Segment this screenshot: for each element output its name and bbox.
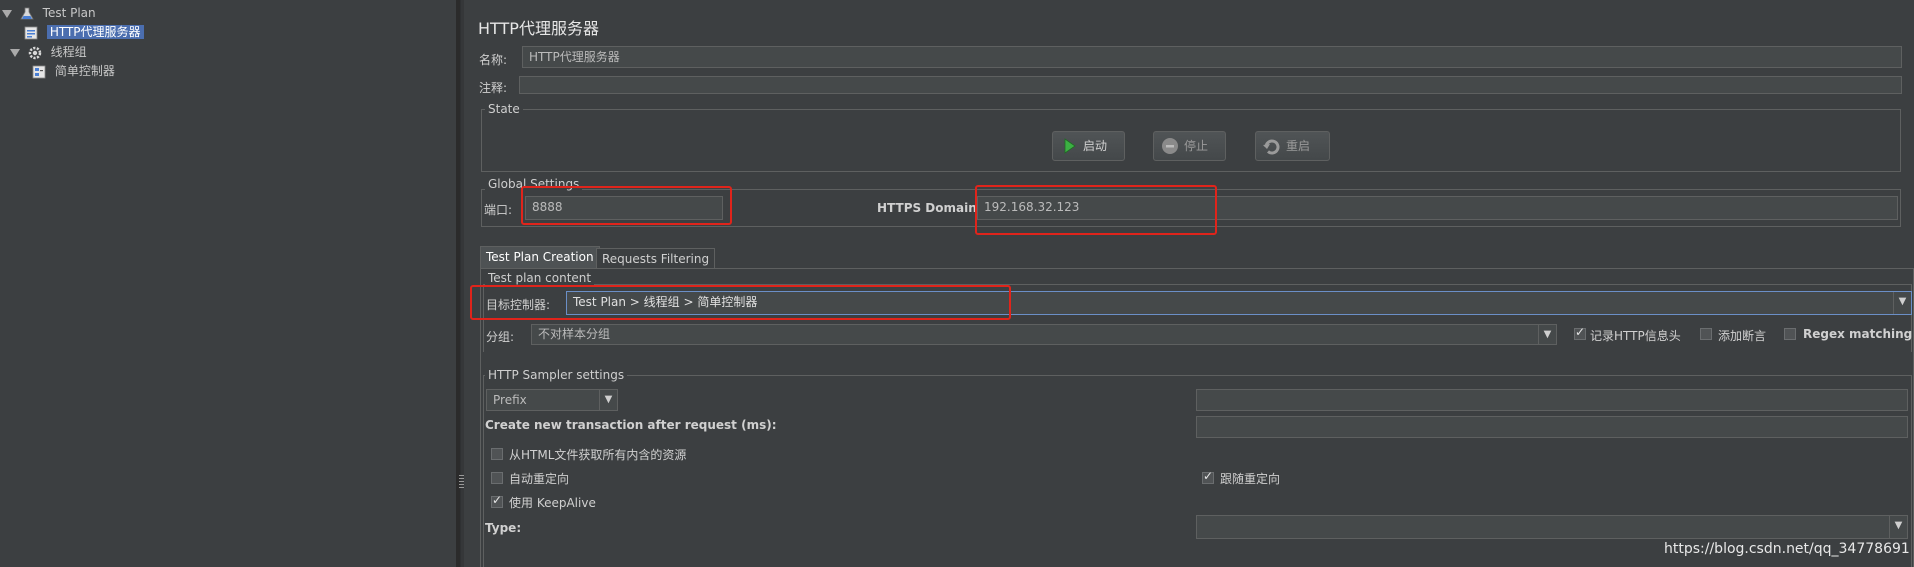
- watermark-text: https://blog.csdn.net/qq_34778691: [1664, 541, 1910, 557]
- chevron-down-icon[interactable]: ▼: [599, 390, 617, 410]
- add-assertions-label: 添加断言: [1718, 329, 1767, 343]
- proxy-icon: [24, 26, 38, 40]
- tree-item-test-plan[interactable]: Test Plan: [2, 4, 96, 22]
- grouping-value: 不对样本分组: [538, 327, 611, 341]
- expand-triangle-icon[interactable]: [2, 9, 12, 18]
- tab-requests-filtering[interactable]: Requests Filtering: [596, 248, 716, 268]
- play-icon: [1059, 136, 1079, 156]
- fetch-resources-checkbox[interactable]: [491, 448, 503, 460]
- comment-field[interactable]: [519, 76, 1902, 94]
- prefix-value: Prefix: [493, 393, 527, 407]
- test-plan-content-legend: Test plan content: [485, 271, 595, 285]
- flask-icon: [20, 7, 34, 21]
- tree-item-label: 简单控制器: [54, 64, 115, 78]
- page-title: HTTP代理服务器: [478, 19, 599, 38]
- proxy-server-panel: HTTP代理服务器 名称: HTTP代理服务器 注释: State 启动 停止 …: [464, 0, 1914, 567]
- transaction-label: Create new transaction after request (ms…: [485, 418, 777, 432]
- prefix-text-field[interactable]: [1196, 389, 1908, 411]
- controller-icon: [32, 65, 46, 79]
- restart-button[interactable]: 重启: [1255, 131, 1330, 161]
- port-label: 端口:: [484, 203, 513, 217]
- type-select[interactable]: ▼: [1196, 515, 1908, 539]
- test-plan-tree: Test Plan HTTP代理服务器 线程组 简单控制器: [0, 0, 456, 567]
- restart-label: 重启: [1286, 139, 1311, 153]
- tree-item-label: 线程组: [50, 45, 87, 59]
- stop-button[interactable]: 停止: [1153, 131, 1226, 161]
- start-button[interactable]: 启动: [1052, 131, 1125, 161]
- highlight-box-target: [470, 285, 1011, 320]
- prefix-select[interactable]: Prefix ▼: [486, 389, 618, 411]
- tree-item-simple-controller[interactable]: 简单控制器: [32, 62, 115, 80]
- highlight-box-https: [975, 185, 1217, 235]
- stop-icon: [1160, 136, 1180, 156]
- auto-redirect-checkbox[interactable]: [491, 472, 503, 484]
- auto-redirect-label: 自动重定向: [509, 472, 570, 486]
- http-sampler-settings-legend: HTTP Sampler settings: [485, 368, 628, 382]
- expand-triangle-icon[interactable]: [10, 48, 20, 57]
- type-label: Type:: [485, 521, 522, 535]
- transaction-field[interactable]: [1196, 416, 1908, 438]
- state-legend: State: [485, 102, 523, 116]
- keepalive-checkbox[interactable]: [491, 493, 503, 508]
- chevron-down-icon[interactable]: ▼: [1889, 516, 1907, 538]
- name-label: 名称:: [479, 53, 508, 67]
- keepalive-label: 使用 KeepAlive: [509, 496, 596, 510]
- name-field[interactable]: HTTP代理服务器: [522, 46, 1902, 68]
- highlight-box-port: [521, 186, 732, 225]
- grouping-select[interactable]: 不对样本分组 ▼: [531, 324, 1557, 345]
- chevron-down-icon[interactable]: ▼: [1893, 292, 1911, 314]
- restart-icon: [1262, 136, 1282, 156]
- tree-item-http-proxy[interactable]: HTTP代理服务器: [24, 23, 144, 41]
- gear-icon: [28, 46, 42, 60]
- grouping-label: 分组:: [486, 330, 515, 344]
- follow-redirect-checkbox[interactable]: [1202, 469, 1214, 484]
- regex-matching-checkbox[interactable]: [1784, 328, 1796, 340]
- fetch-resources-label: 从HTML文件获取所有内含的资源: [509, 448, 687, 462]
- record-headers-label: 记录HTTP信息头: [1590, 329, 1681, 343]
- tree-item-thread-group[interactable]: 线程组: [10, 43, 87, 61]
- regex-matching-label: Regex matching: [1803, 327, 1913, 341]
- stop-label: 停止: [1184, 139, 1209, 153]
- follow-redirect-label: 跟随重定向: [1220, 472, 1281, 486]
- record-headers-checkbox[interactable]: [1574, 325, 1586, 340]
- start-label: 启动: [1083, 139, 1108, 153]
- tree-item-label: HTTP代理服务器: [46, 25, 144, 39]
- tab-test-plan-creation[interactable]: Test Plan Creation: [480, 246, 600, 268]
- comment-label: 注释:: [479, 81, 508, 95]
- tree-item-label: Test Plan: [42, 6, 96, 20]
- add-assertions-checkbox[interactable]: [1700, 328, 1712, 340]
- https-domains-label: HTTPS Domains:: [877, 201, 989, 215]
- chevron-down-icon[interactable]: ▼: [1538, 325, 1556, 344]
